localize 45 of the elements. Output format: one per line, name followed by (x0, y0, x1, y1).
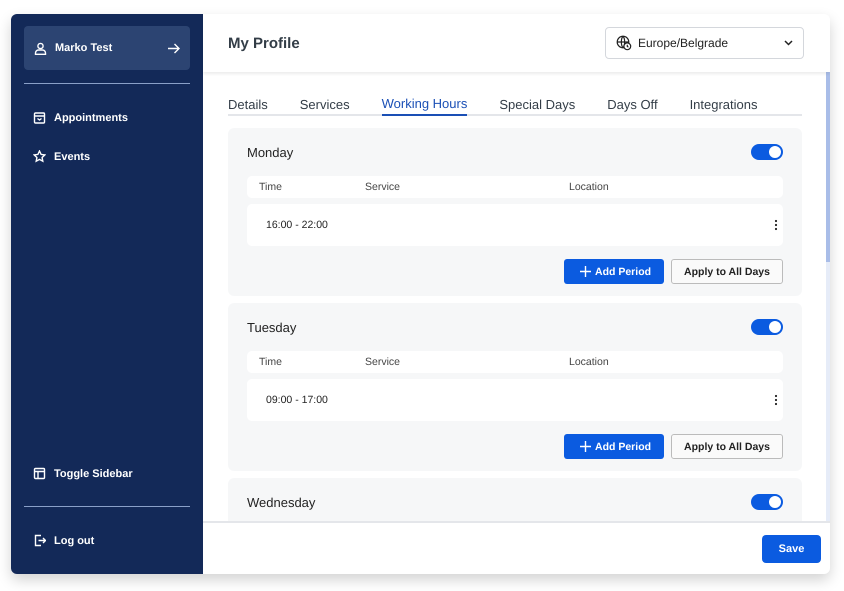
add-period-button[interactable]: Add Period (564, 259, 664, 284)
scrollbar[interactable] (826, 72, 830, 521)
day-name: Wednesday (247, 494, 316, 510)
sidebar-item[interactable]: Log out (24, 521, 190, 560)
sidebar-item[interactable]: Toggle Sidebar (24, 454, 190, 493)
apply-all-button[interactable]: Apply to All Days (671, 259, 783, 284)
save-button[interactable]: Save (762, 534, 821, 562)
layout-icon (33, 467, 46, 480)
more-icon[interactable] (774, 219, 778, 231)
column-header: Location (569, 356, 610, 368)
toggle-switch[interactable] (751, 144, 783, 160)
column-header: Service (365, 356, 402, 368)
day-name: Tuesday (247, 320, 296, 334)
tab[interactable]: Working Hours (382, 92, 468, 116)
period-time: 16:00 - 22:00 (266, 219, 328, 231)
column-header: Service (365, 181, 402, 193)
tab[interactable]: Integrations (690, 92, 758, 116)
user-icon (34, 42, 47, 54)
profile-button[interactable]: Marko Test (24, 26, 190, 70)
day-name: Monday (247, 144, 294, 160)
plus-icon (580, 266, 592, 277)
column-header: Location (569, 181, 610, 193)
logout-icon (33, 534, 46, 547)
toggle-switch[interactable] (751, 494, 783, 510)
period-time: 09:00 - 17:00 (266, 394, 328, 406)
add-period-button[interactable]: Add Period (564, 434, 664, 459)
arrow-right-icon (167, 42, 180, 54)
chevron-down-icon (784, 40, 793, 46)
column-header: Time (259, 356, 283, 368)
timezone-dropdown[interactable]: Europe/Belgrade (605, 27, 804, 59)
star-icon (33, 150, 46, 163)
more-icon[interactable] (774, 394, 778, 406)
apply-all-button[interactable]: Apply to All Days (671, 434, 783, 459)
tab[interactable]: Days Off (607, 92, 658, 116)
calendar-icon (33, 111, 46, 124)
column-header: Time (259, 181, 283, 193)
toggle-switch[interactable] (751, 319, 783, 335)
sidebar-item[interactable]: Appointments (24, 98, 190, 137)
globe-clock-icon (616, 35, 632, 51)
tab[interactable]: Details (228, 92, 268, 116)
page-title: My Profile (228, 34, 300, 52)
sidebar-item[interactable]: Events (24, 137, 190, 176)
tab[interactable]: Services (300, 92, 350, 116)
plus-icon (580, 441, 592, 452)
tab[interactable]: Special Days (499, 92, 576, 116)
